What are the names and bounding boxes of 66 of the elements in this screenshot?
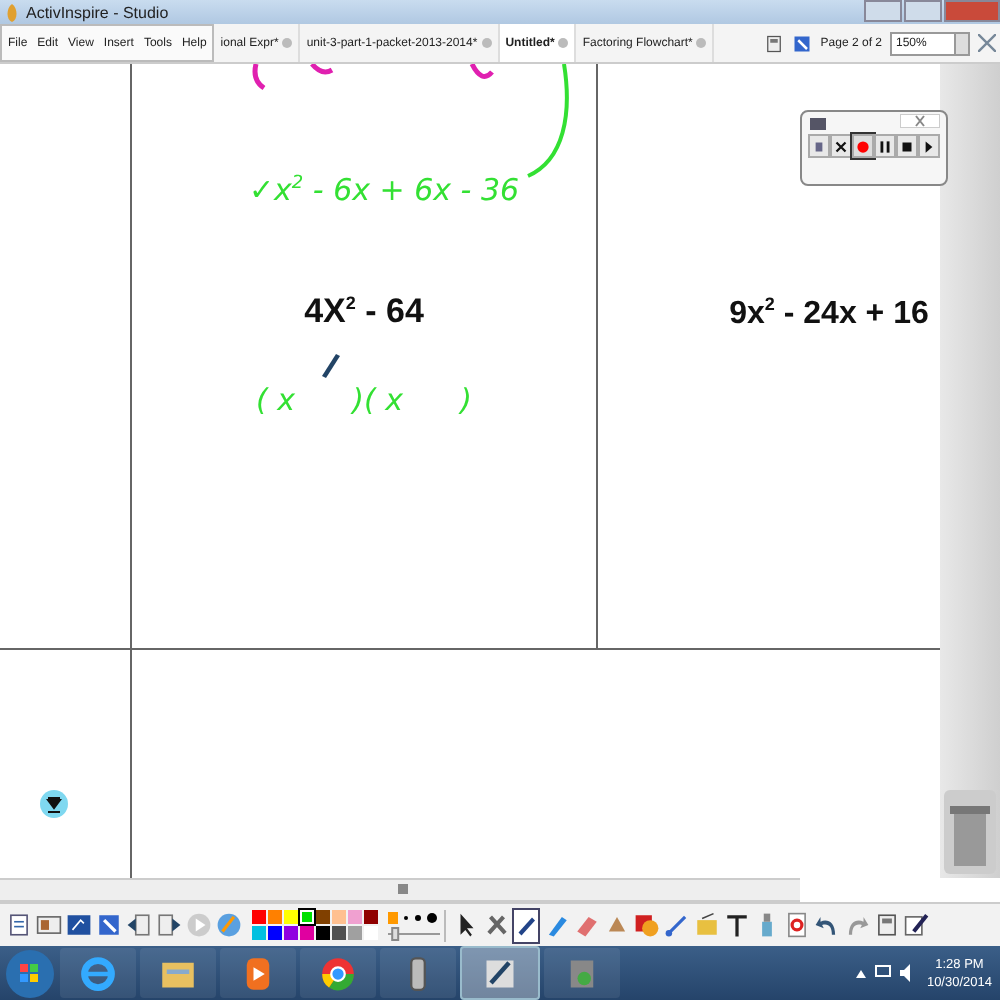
scrollbar-thumb[interactable] [398,884,408,895]
math-problem: 9x$^{2}$ - 24x + 16 [729,294,929,334]
back-arrow-icon [125,912,151,939]
color-swatch[interactable] [348,926,362,941]
color-swatch[interactable] [364,926,378,941]
taskbar-button[interactable] [380,948,456,998]
shape-icon [633,912,659,939]
handwritten-expression: ( x )( x ) [256,382,472,419]
annotate-icon [903,912,929,939]
record-icon [854,137,872,156]
app-icon [6,3,20,22]
taskbar-button[interactable] [220,948,296,998]
color-swatch[interactable] [348,910,362,925]
color-swatch[interactable] [300,926,314,941]
recorder-button[interactable] [918,134,940,159]
chrome-icon [320,955,356,991]
recorder-button[interactable] [830,134,852,159]
recorder-button[interactable] [896,134,918,159]
color-swatch[interactable] [300,910,314,925]
color-swatch[interactable] [316,926,330,941]
color-swatch[interactable] [332,926,346,941]
show-hidden-icons-icon[interactable] [856,969,867,977]
color-swatch[interactable] [252,926,266,941]
stop-icon [898,137,916,156]
page-sorter-icon [764,33,785,54]
color-swatch[interactable] [284,910,298,925]
minimize-button[interactable] [864,0,902,22]
page-icon [873,912,899,939]
math-problem: 4X$^{2}$ - 64 [304,292,424,333]
color-swatch[interactable] [364,910,378,925]
undo-icon [813,912,839,939]
recorder-button[interactable] [852,134,874,159]
recorder-button[interactable] [874,134,896,159]
text-tool-icon [723,912,749,939]
handwritten-expression: ✓x$^{2}$ - 6x + 6x - 36 [248,172,520,209]
color-swatch[interactable] [252,910,266,925]
document-icon [5,912,31,939]
connector-icon [663,912,689,939]
eraser-icon [573,912,599,939]
color-swatch[interactable] [268,910,282,925]
window-title: ActivInspire - Studio [26,3,169,22]
forward-arrow-icon [155,912,181,939]
start-button[interactable] [4,947,56,999]
color-swatch[interactable] [284,926,298,941]
taskbar-button[interactable] [140,948,216,998]
slides-icon [35,912,61,939]
pen-width-slider[interactable] [388,909,440,942]
browser-icon [80,955,116,991]
maximize-button[interactable] [904,0,942,22]
pen-cursor-icon [320,350,340,379]
cancel-icon [832,137,850,156]
pen-icon [514,912,538,939]
trash-icon[interactable] [944,790,996,875]
network-icon[interactable] [874,964,893,982]
whiteboard-app-icon [482,955,518,991]
color-swatch[interactable] [316,910,330,925]
collapse-toolbar-icon[interactable] [40,790,68,819]
color-swatch[interactable] [332,910,346,925]
toolbar-button[interactable] [512,907,540,944]
pause-icon [876,137,894,156]
color-swatch[interactable] [268,926,282,941]
highlighter-icon [543,912,569,939]
taskbar-button[interactable] [460,946,540,1000]
taskbar-button[interactable] [300,948,376,998]
play-icon [185,912,211,939]
camera-icon [810,118,826,131]
